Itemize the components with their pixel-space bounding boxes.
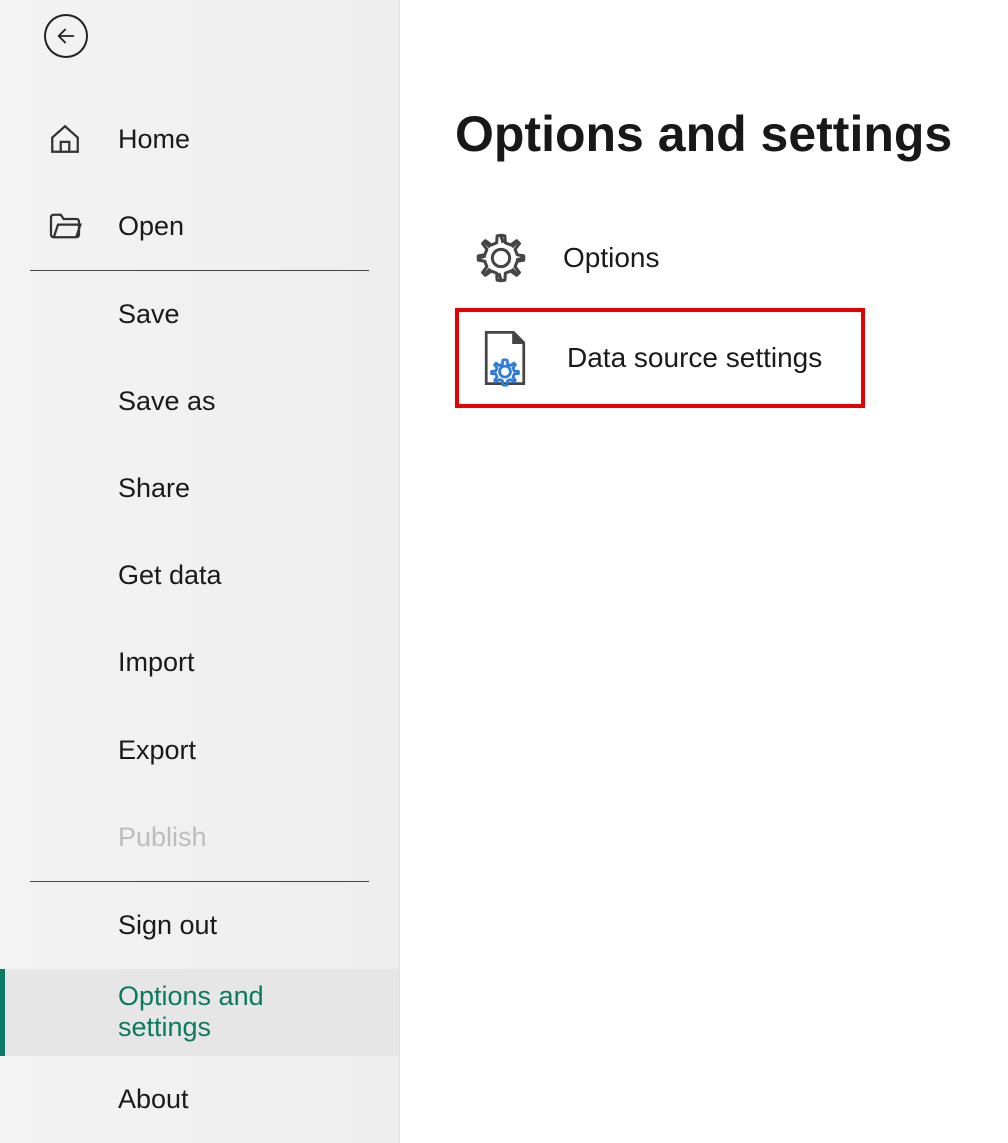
- sidebar-item-label: Get data: [118, 560, 222, 591]
- sidebar-item-label: Import: [118, 647, 195, 678]
- sidebar-item-saveas[interactable]: Save as: [0, 358, 399, 445]
- home-icon: [48, 122, 118, 156]
- sidebar-item-about[interactable]: About: [0, 1056, 399, 1143]
- sidebar-item-label: Save as: [118, 386, 216, 417]
- sidebar-item-export[interactable]: Export: [0, 706, 399, 793]
- folder-icon: [48, 212, 118, 240]
- page-title: Options and settings: [455, 105, 1008, 163]
- main-panel: Options and settings Options: [400, 0, 1008, 1143]
- sidebar-item-label: Publish: [118, 822, 207, 853]
- sidebar-item-home[interactable]: Home: [0, 96, 399, 183]
- back-button[interactable]: [44, 14, 88, 58]
- sidebar-item-signout[interactable]: Sign out: [0, 882, 399, 969]
- sidebar-item-save[interactable]: Save: [0, 271, 399, 358]
- sidebar-item-label: Export: [118, 735, 196, 766]
- gear-icon: [475, 232, 563, 284]
- sidebar-item-share[interactable]: Share: [0, 445, 399, 532]
- sidebar-item-label: Share: [118, 473, 190, 504]
- file-menu-sidebar: Home Open Save Save as Share Get data Im…: [0, 0, 400, 1143]
- sidebar-item-label: Open: [118, 211, 184, 242]
- option-row-options[interactable]: Options: [455, 208, 865, 308]
- sidebar-item-label: Home: [118, 124, 190, 155]
- doc-gear-icon: [479, 329, 567, 387]
- option-label: Data source settings: [567, 342, 822, 374]
- sidebar-item-label: Sign out: [118, 910, 217, 941]
- sidebar-item-label: About: [118, 1084, 189, 1115]
- sidebar-item-import[interactable]: Import: [0, 619, 399, 706]
- sidebar-item-label: Options and settings: [118, 981, 338, 1043]
- sidebar-item-options-and-settings[interactable]: Options and settings: [0, 969, 399, 1056]
- sidebar-item-open[interactable]: Open: [0, 183, 399, 270]
- option-row-data-source-settings[interactable]: Data source settings: [455, 308, 865, 408]
- back-arrow-icon: [55, 25, 77, 47]
- option-label: Options: [563, 242, 660, 274]
- sidebar-item-publish: Publish: [0, 794, 399, 881]
- sidebar-item-getdata[interactable]: Get data: [0, 532, 399, 619]
- sidebar-item-label: Save: [118, 299, 180, 330]
